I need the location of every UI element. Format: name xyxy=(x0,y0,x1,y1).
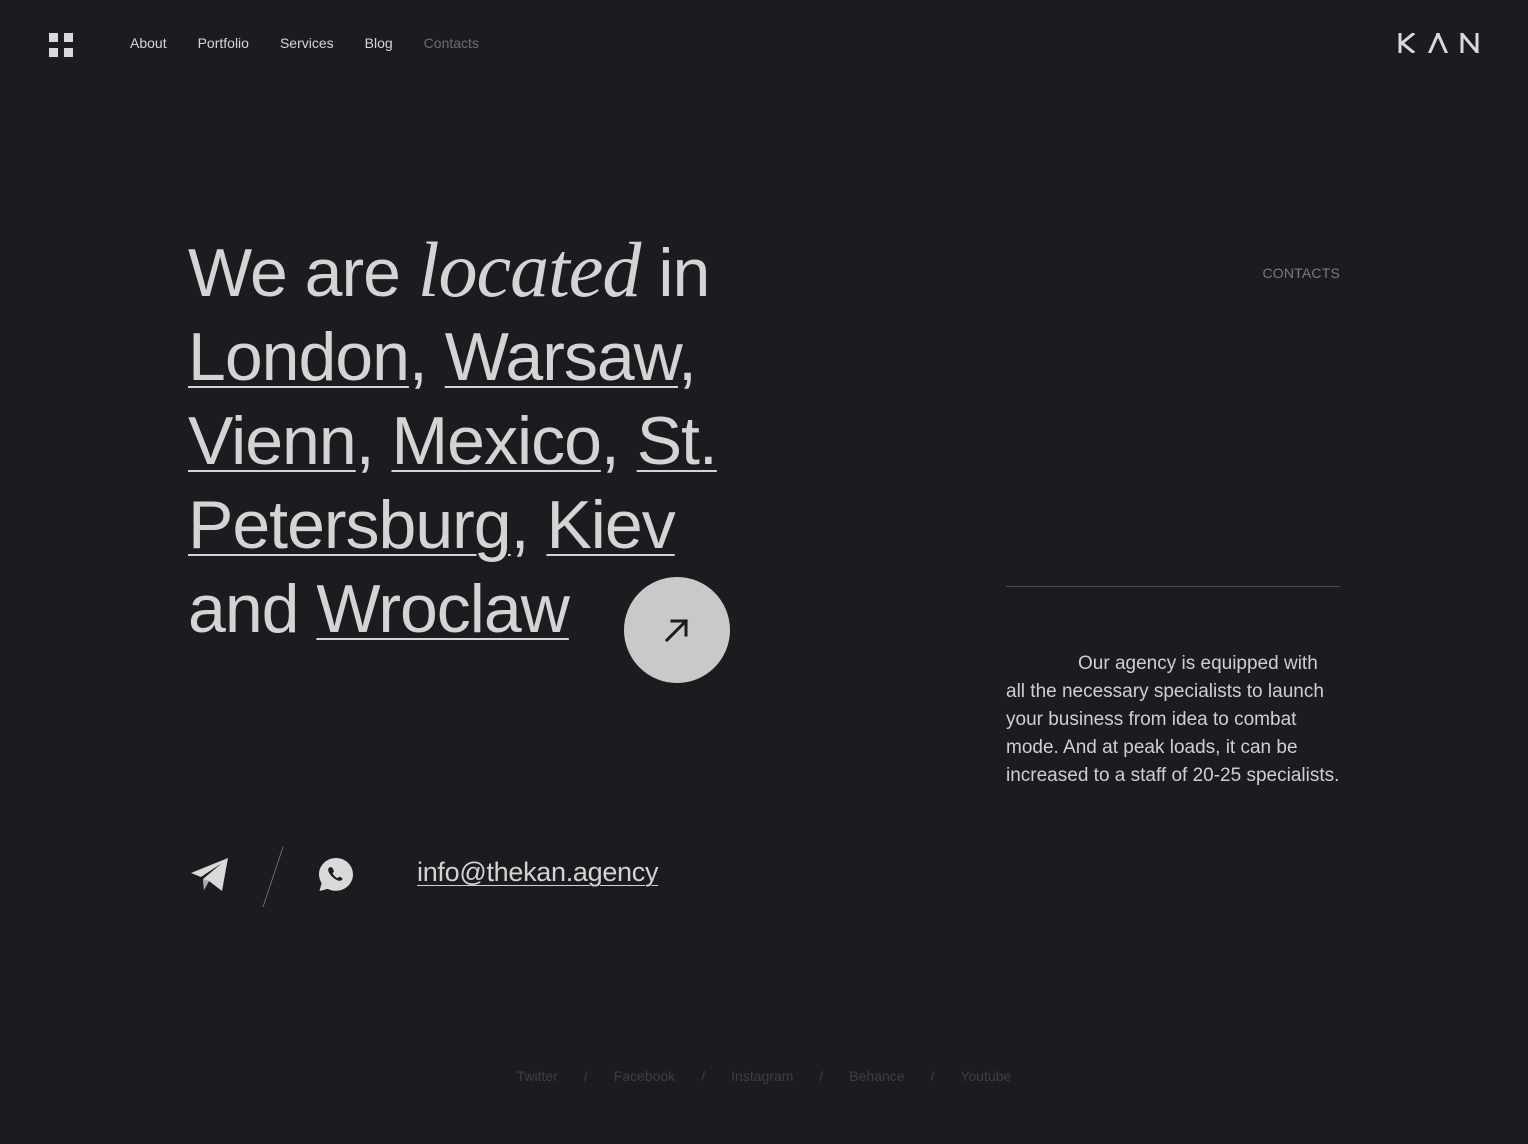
kan-logo[interactable] xyxy=(1398,33,1480,53)
agency-description: Our agency is equipped with all the nece… xyxy=(1006,653,1340,786)
social-separator: / xyxy=(701,1068,706,1084)
social-facebook[interactable]: Facebook xyxy=(614,1068,675,1084)
arrow-button[interactable] xyxy=(624,577,730,683)
nav-services[interactable]: Services xyxy=(280,34,334,52)
grid-menu-icon[interactable] xyxy=(49,33,73,57)
social-instagram[interactable]: Instagram xyxy=(731,1068,793,1084)
social-behance[interactable]: Behance xyxy=(849,1068,904,1084)
nav-about[interactable]: About xyxy=(130,34,167,52)
divider xyxy=(1006,586,1340,587)
headline-emphasis: located xyxy=(417,226,642,313)
city-link-wroclaw[interactable]: Wroclaw xyxy=(316,571,569,647)
separator-slash xyxy=(262,846,284,908)
social-separator: / xyxy=(819,1068,824,1084)
headline-prefix: We are xyxy=(188,235,418,311)
nav-portfolio[interactable]: Portfolio xyxy=(198,34,249,52)
city-link-warsaw[interactable]: Warsaw xyxy=(445,319,679,395)
social-separator: / xyxy=(930,1068,935,1084)
nav-blog[interactable]: Blog xyxy=(365,34,393,52)
main-nav: About Portfolio Services Blog Contacts xyxy=(130,34,510,52)
social-links: Twitter / Facebook / Instagram / Behance… xyxy=(0,1068,1528,1084)
telegram-icon[interactable] xyxy=(190,857,230,893)
social-twitter[interactable]: Twitter xyxy=(517,1068,558,1084)
social-separator: / xyxy=(583,1068,588,1084)
city-link-london[interactable]: London xyxy=(188,319,410,395)
nav-contacts[interactable]: Contacts xyxy=(424,34,479,52)
arrow-up-right-icon xyxy=(664,618,689,643)
contacts-page: About Portfolio Services Blog Contacts W… xyxy=(0,0,1528,1144)
social-youtube[interactable]: Youtube xyxy=(960,1068,1011,1084)
headline-conjunction: and xyxy=(188,571,299,647)
city-link-vienn[interactable]: Vienn xyxy=(188,403,357,479)
city-link-mexico[interactable]: Mexico xyxy=(392,403,602,479)
city-link-kiev[interactable]: Kiev xyxy=(546,487,675,563)
email-link[interactable]: info@thekan.agency xyxy=(417,857,658,888)
whatsapp-icon[interactable] xyxy=(318,857,354,893)
section-label: CONTACTS xyxy=(1262,265,1340,281)
headline-suffix: in xyxy=(640,235,710,311)
